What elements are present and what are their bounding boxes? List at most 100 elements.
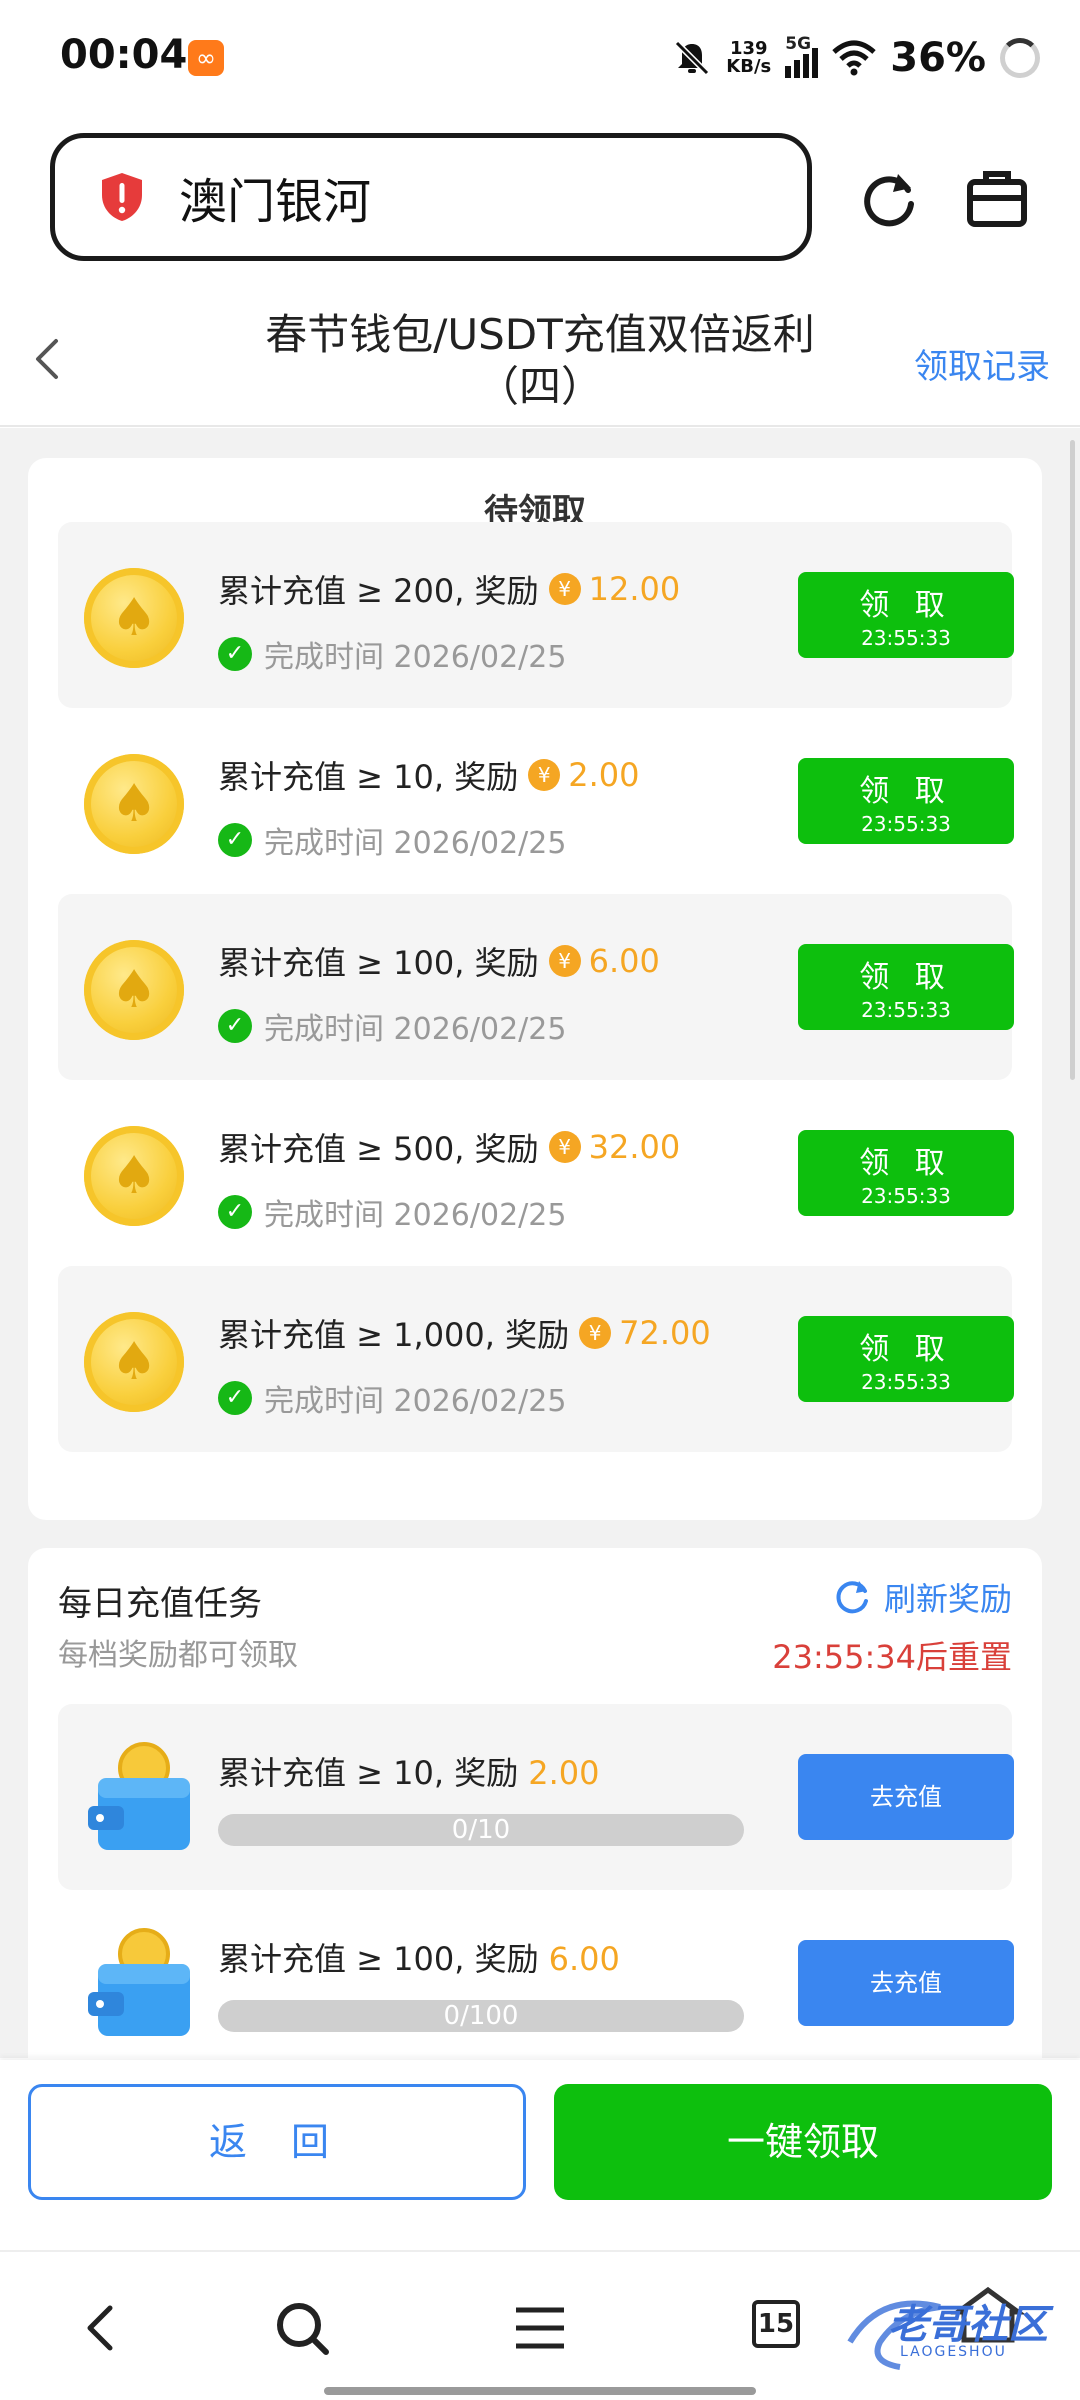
- yen-icon: ¥: [579, 1317, 612, 1349]
- gold-coin-icon: ♠: [84, 568, 184, 668]
- wifi-icon: [832, 40, 876, 76]
- refresh-rewards-link[interactable]: 刷新奖励: [832, 1574, 1012, 1620]
- nav-search-icon[interactable]: [270, 2296, 334, 2360]
- pending-rewards-card: 待领取 ♠ 累计充值 ≥ 200, 奖励 ¥12.00 ✓ 完成时间 2026/02/2…: [28, 458, 1042, 1520]
- task-title: 累计充值 ≥ 10, 奖励 2.00: [218, 1748, 599, 1794]
- spade-icon: ♠: [110, 774, 158, 834]
- claim-countdown: 23:55:33: [861, 812, 951, 836]
- toolbox-button[interactable]: [966, 168, 1028, 230]
- gold-coin-icon: ♠: [84, 754, 184, 854]
- return-button[interactable]: 返 回: [28, 2084, 526, 2200]
- spade-icon: ♠: [110, 1146, 158, 1206]
- home-indicator[interactable]: [324, 2387, 756, 2395]
- claim-button[interactable]: 领 取 23:55:33: [798, 1130, 1014, 1216]
- reward-title: 累计充值 ≥ 200, 奖励 ¥12.00: [218, 566, 680, 612]
- task-progress-text: 0/100: [443, 2001, 519, 2031]
- claim-button[interactable]: 领 取 23:55:33: [798, 1316, 1014, 1402]
- completion-time: ✓ 完成时间 2026/02/25: [218, 818, 566, 862]
- battery-level: 36%: [890, 35, 986, 81]
- wallet-icon: [88, 1742, 190, 1850]
- yen-icon: ¥: [548, 945, 581, 977]
- app-notification-icon: ∞: [188, 40, 224, 76]
- task-condition: 累计充值 ≥ 100, 奖励: [218, 1940, 539, 1978]
- reward-title: 累计充值 ≥ 10, 奖励 ¥2.00: [218, 752, 639, 798]
- reward-amount: 2.00: [568, 756, 640, 794]
- daily-subtitle: 每档奖励都可领取: [58, 1638, 298, 1673]
- yen-icon: ¥: [528, 759, 561, 791]
- claim-countdown: 23:55:33: [861, 1370, 951, 1394]
- check-icon: ✓: [218, 1381, 252, 1415]
- claim-button[interactable]: 领 取 23:55:33: [798, 758, 1014, 844]
- claim-button[interactable]: 领 取 23:55:33: [798, 572, 1014, 658]
- back-chevron-icon[interactable]: [28, 335, 68, 383]
- reward-row: ♠ 累计充值 ≥ 500, 奖励 ¥32.00 ✓ 完成时间 2026/02/25 领 取…: [58, 1080, 1014, 1266]
- reward-condition: 累计充值 ≥ 500, 奖励: [218, 1130, 539, 1168]
- claim-countdown: 23:55:33: [861, 998, 951, 1022]
- claim-button[interactable]: 领 取 23:55:33: [798, 944, 1014, 1030]
- reload-icon: [864, 174, 914, 227]
- task-progress-text: 0/10: [451, 1815, 511, 1845]
- scrollbar[interactable]: [1070, 440, 1075, 1080]
- task-condition: 累计充值 ≥ 10, 奖励: [218, 1754, 519, 1792]
- claim-record-link[interactable]: 领取记录: [914, 339, 1050, 388]
- reward-amount: 32.00: [588, 1128, 681, 1166]
- gold-coin-icon: ♠: [84, 940, 184, 1040]
- reward-condition: 累计充值 ≥ 100, 奖励: [218, 944, 539, 982]
- refresh-icon: [836, 1581, 868, 1614]
- check-icon: ✓: [218, 637, 252, 671]
- completion-time: ✓ 完成时间 2026/02/25: [218, 1376, 566, 1420]
- reward-title: 累计充值 ≥ 100, 奖励 ¥6.00: [218, 938, 660, 984]
- task-reward-amount: 2.00: [528, 1754, 600, 1792]
- reward-row: ♠ 累计充值 ≥ 200, 奖励 ¥12.00 ✓ 完成时间 2026/02/25 领 取…: [58, 522, 1014, 708]
- battery-ring-icon: [1000, 38, 1040, 78]
- claim-button-label: 领 取: [859, 588, 953, 623]
- reward-row: ♠ 累计充值 ≥ 100, 奖励 ¥6.00 ✓ 完成时间 2026/02/25 领 取 2…: [58, 894, 1014, 1080]
- address-text: 澳门银河: [179, 174, 372, 230]
- mute-bell-icon: [675, 40, 710, 76]
- status-time: 00:04: [60, 32, 188, 78]
- warning-shield-icon: [102, 173, 142, 221]
- reset-countdown: 23:55:34后重置: [772, 1638, 1012, 1676]
- claim-all-button[interactable]: 一键领取: [554, 2084, 1052, 2200]
- completion-time-text: 完成时间 2026/02/25: [264, 826, 567, 861]
- recharge-button[interactable]: 去充值: [798, 1754, 1014, 1840]
- status-indicators: 139 KB/s 5G 36%: [672, 30, 1040, 86]
- claim-countdown: 23:55:33: [861, 626, 951, 650]
- completion-time-text: 完成时间 2026/02/25: [264, 1198, 567, 1233]
- page-header: 春节钱包/USDT充值双倍返利 （四） 领取记录: [0, 295, 1080, 427]
- watermark-logo: 老哥社区 LAOGESHOU: [840, 2282, 1060, 2382]
- daily-title: 每日充值任务: [58, 1584, 262, 1624]
- task-row: 累计充值 ≥ 100, 奖励 6.00 0/100 去充值: [58, 1890, 1014, 2076]
- reload-button[interactable]: [858, 168, 920, 230]
- completion-time: ✓ 完成时间 2026/02/25: [218, 1190, 566, 1234]
- watermark-subtext: LAOGESHOU: [900, 2344, 1007, 2360]
- browser-nav-bar: 15 老哥社区 LAOGESHOU: [0, 2250, 1080, 2400]
- spade-icon: ♠: [110, 588, 158, 648]
- nav-menu-icon[interactable]: [508, 2296, 572, 2360]
- reward-amount: 12.00: [588, 570, 681, 608]
- address-bar[interactable]: 澳门银河: [50, 133, 812, 261]
- completion-time-text: 完成时间 2026/02/25: [264, 1384, 567, 1419]
- watermark-text: 老哥社区: [888, 2302, 1048, 2348]
- nav-tabs-button[interactable]: 15: [752, 2300, 800, 2348]
- reward-condition: 累计充值 ≥ 200, 奖励: [218, 572, 539, 610]
- reward-condition: 累计充值 ≥ 10, 奖励: [218, 758, 519, 796]
- claim-button-label: 领 取: [859, 1146, 953, 1181]
- nav-back-icon[interactable]: [70, 2296, 134, 2360]
- gold-coin-icon: ♠: [84, 1312, 184, 1412]
- page-title: 春节钱包/USDT充值双倍返利 （四）: [265, 310, 815, 411]
- task-reward-amount: 6.00: [548, 1940, 620, 1978]
- completion-time: ✓ 完成时间 2026/02/25: [218, 632, 566, 676]
- yen-icon: ¥: [548, 1131, 581, 1163]
- check-icon: ✓: [218, 1195, 252, 1229]
- task-row: 累计充值 ≥ 10, 奖励 2.00 0/10 去充值: [58, 1704, 1014, 1890]
- completion-time-text: 完成时间 2026/02/25: [264, 640, 567, 675]
- signal-icon: 5G: [785, 34, 819, 78]
- recharge-button[interactable]: 去充值: [798, 1940, 1014, 2026]
- wallet-icon: [88, 1928, 190, 2036]
- network-speed: 139 KB/s: [726, 38, 772, 77]
- toolbox-icon: [967, 171, 1027, 227]
- completion-time: ✓ 完成时间 2026/02/25: [218, 1004, 566, 1048]
- reward-title: 累计充值 ≥ 500, 奖励 ¥32.00: [218, 1124, 680, 1170]
- reward-title: 累计充值 ≥ 1,000, 奖励 ¥72.00: [218, 1310, 711, 1356]
